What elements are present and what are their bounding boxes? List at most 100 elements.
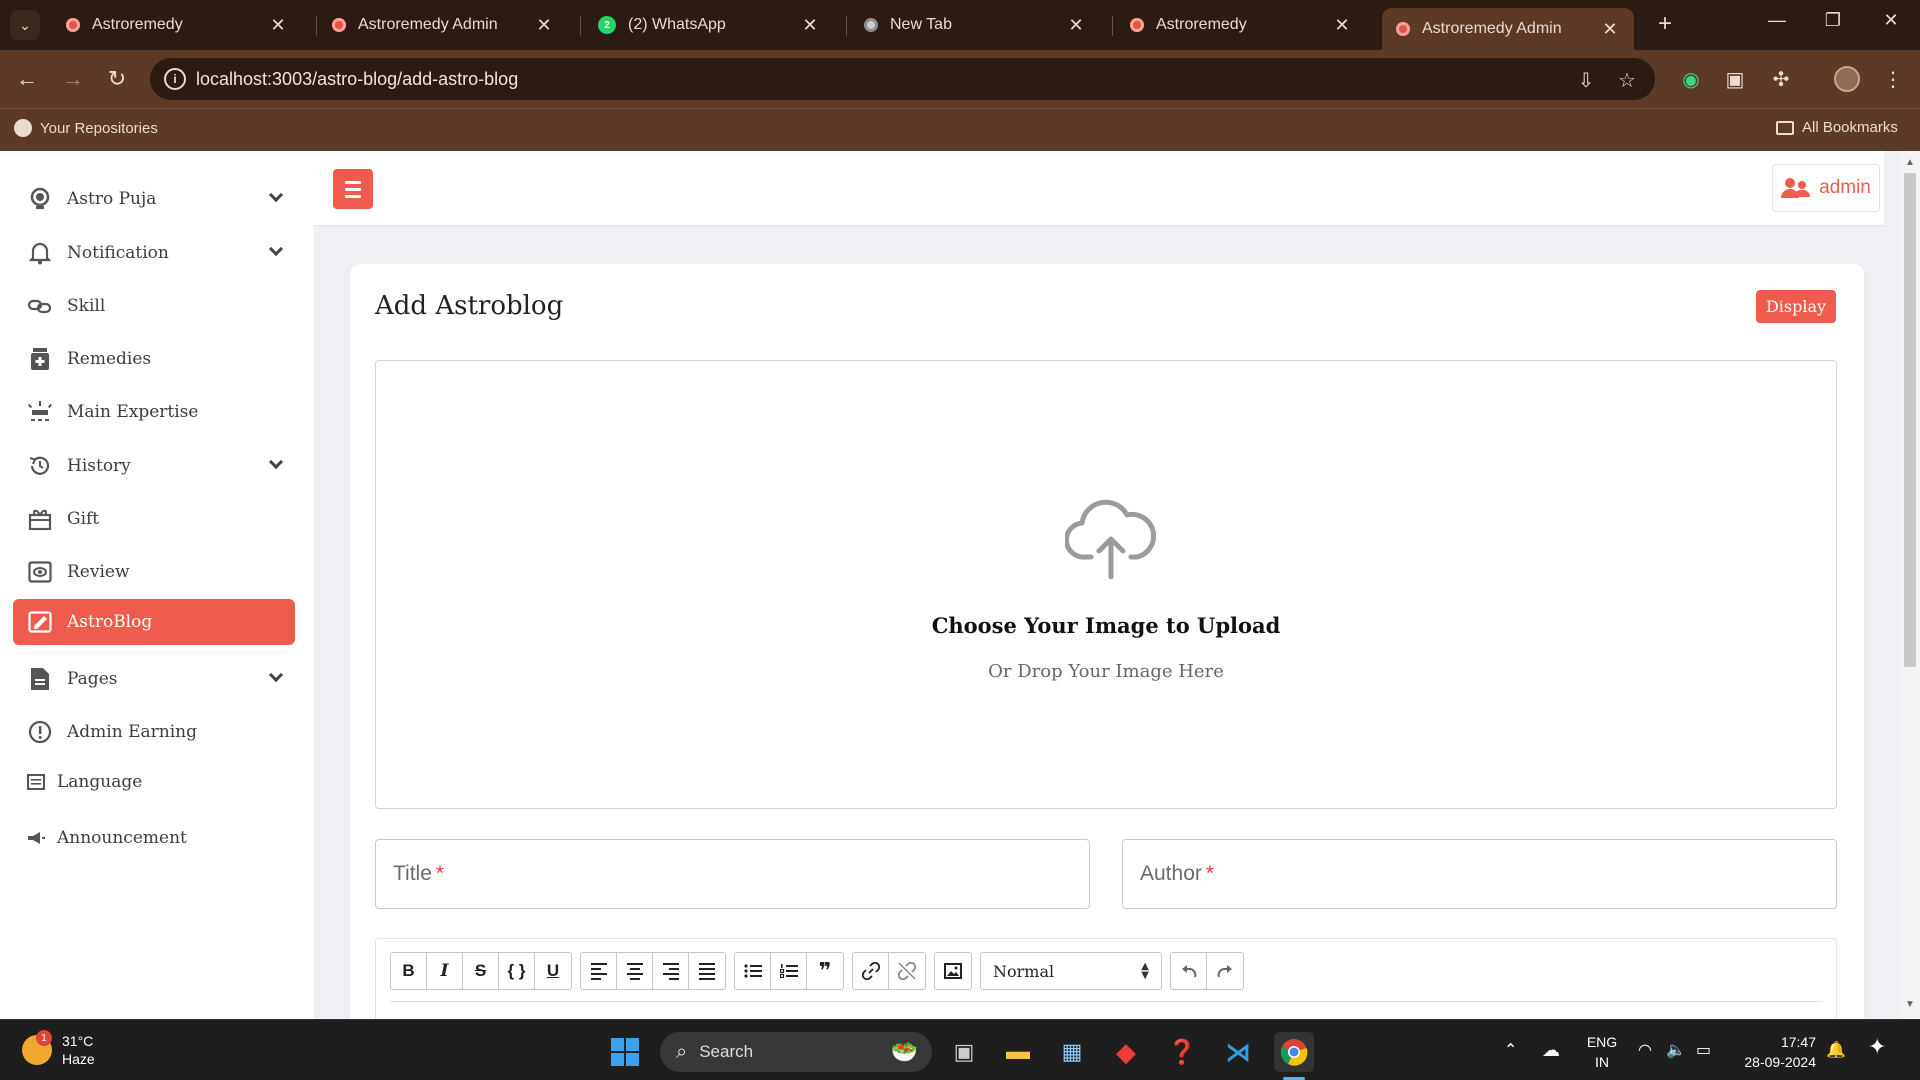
browser-tab[interactable]: Astroremedy Admin ✕ bbox=[318, 8, 568, 42]
display-button[interactable]: Display bbox=[1756, 290, 1836, 323]
sidebar-item-astroblog[interactable]: AstroBlog bbox=[13, 599, 295, 645]
tab-search-button[interactable]: ⌄ bbox=[10, 10, 40, 40]
link-icon[interactable] bbox=[853, 953, 889, 989]
windows-taskbar: 1 31°C Haze ⌕ Search 🥗 ▣ ▬ ▦ ◆ ❓ ⋊ ⌃ ☁ E… bbox=[0, 1019, 1920, 1080]
close-tab-icon[interactable]: ✕ bbox=[534, 15, 554, 36]
blockquote-button[interactable]: ❞ bbox=[807, 953, 843, 989]
bullet-list-icon[interactable] bbox=[735, 953, 771, 989]
image-upload-dropzone[interactable]: Choose Your Image to Upload Or Drop Your… bbox=[375, 360, 1837, 809]
extensions-puzzle-icon[interactable]: ✣ bbox=[1766, 64, 1796, 94]
close-tab-icon[interactable]: ✕ bbox=[1332, 15, 1352, 36]
title-field[interactable]: Title * bbox=[375, 839, 1090, 909]
reading-mode-icon[interactable]: ▣ bbox=[1720, 64, 1750, 94]
browser-tab[interactable]: New Tab ✕ bbox=[850, 8, 1100, 42]
minimize-icon[interactable]: — bbox=[1762, 10, 1792, 31]
back-icon[interactable]: ← bbox=[12, 64, 42, 94]
copilot-icon[interactable]: ✦ bbox=[1868, 1034, 1886, 1060]
image-icon[interactable] bbox=[935, 953, 971, 989]
admin-label: admin bbox=[1819, 177, 1871, 198]
sidebar-item-astro-puja[interactable]: Astro Puja bbox=[13, 176, 295, 222]
bookmark-your-repositories[interactable]: Your Repositories bbox=[14, 119, 158, 137]
page-scrollbar[interactable]: ▲ ▼ bbox=[1900, 151, 1920, 1019]
upload-title: Choose Your Image to Upload bbox=[931, 613, 1281, 638]
weather-widget[interactable]: 1 31°C Haze bbox=[22, 1030, 95, 1068]
menu-toggle-button[interactable] bbox=[333, 169, 373, 209]
anydesk-icon[interactable]: ◆ bbox=[1106, 1032, 1146, 1072]
microsoft-store-icon[interactable]: ▦ bbox=[1052, 1032, 1092, 1072]
redo-icon[interactable] bbox=[1207, 953, 1243, 989]
address-bar[interactable]: i localhost:3003/astro-blog/add-astro-bl… bbox=[150, 58, 1655, 100]
close-tab-icon[interactable]: ✕ bbox=[800, 15, 820, 36]
sidebar-item-language[interactable]: Language bbox=[13, 759, 295, 805]
unlink-icon[interactable] bbox=[889, 953, 925, 989]
browser-tab-active[interactable]: Astroremedy Admin ✕ bbox=[1382, 8, 1634, 50]
wifi-icon[interactable]: ◠ bbox=[1638, 1040, 1652, 1060]
sidebar-item-history[interactable]: History bbox=[13, 443, 295, 489]
page-icon bbox=[27, 666, 53, 692]
notification-bell-icon[interactable]: 🔔 bbox=[1826, 1040, 1846, 1060]
profile-avatar[interactable] bbox=[1834, 66, 1860, 92]
undo-icon[interactable] bbox=[1171, 953, 1207, 989]
vscode-icon[interactable]: ⋊ bbox=[1218, 1032, 1258, 1072]
close-window-icon[interactable]: ✕ bbox=[1876, 10, 1906, 31]
underline-button[interactable]: U bbox=[535, 953, 571, 989]
chrome-taskbar-icon[interactable] bbox=[1274, 1032, 1314, 1072]
scroll-up-icon[interactable]: ▲ bbox=[1905, 157, 1915, 168]
restore-icon[interactable]: ❐ bbox=[1818, 10, 1848, 31]
sidebar-item-announcement[interactable]: Announcement bbox=[13, 815, 295, 861]
astroremedy-favicon-icon bbox=[66, 18, 80, 32]
task-view-icon[interactable]: ▣ bbox=[944, 1032, 984, 1072]
code-block-button[interactable]: { } bbox=[499, 953, 535, 989]
close-tab-icon[interactable]: ✕ bbox=[1600, 19, 1620, 40]
strikethrough-button[interactable]: S bbox=[463, 953, 499, 989]
sidebar-item-gift[interactable]: Gift bbox=[13, 496, 295, 542]
sidebar-item-notification[interactable]: Notification bbox=[13, 230, 295, 276]
file-explorer-icon[interactable]: ▬ bbox=[998, 1032, 1038, 1072]
sidebar-item-skill[interactable]: Skill bbox=[13, 283, 295, 329]
new-tab-button[interactable]: + bbox=[1650, 10, 1680, 38]
page-viewport: Astro Puja Notification Skill Remedies M… bbox=[0, 151, 1920, 1019]
sidebar-item-review[interactable]: Review bbox=[13, 549, 295, 595]
weather-temp: 31°C bbox=[62, 1033, 94, 1049]
sidebar-item-remedies[interactable]: Remedies bbox=[13, 336, 295, 382]
bold-button[interactable]: B bbox=[391, 953, 427, 989]
reload-icon[interactable]: ↻ bbox=[102, 64, 132, 94]
sidebar-item-pages[interactable]: Pages bbox=[13, 656, 295, 702]
tray-overflow-icon[interactable]: ⌃ bbox=[1504, 1040, 1517, 1060]
browser-tab[interactable]: Astroremedy ✕ bbox=[1116, 8, 1366, 42]
align-right-icon[interactable] bbox=[653, 953, 689, 989]
sidebar-item-label: Gift bbox=[67, 509, 100, 529]
scroll-down-icon[interactable]: ▼ bbox=[1905, 999, 1915, 1010]
close-tab-icon[interactable]: ✕ bbox=[268, 15, 288, 36]
sidebar-item-admin-earning[interactable]: Admin Earning bbox=[13, 709, 295, 755]
battery-icon[interactable]: ▭ bbox=[1696, 1040, 1711, 1060]
system-clock[interactable]: 17:47 28-09-2024 bbox=[1738, 1032, 1816, 1072]
start-button[interactable] bbox=[605, 1032, 645, 1072]
italic-button[interactable]: I bbox=[427, 953, 463, 989]
browser-tab[interactable]: Astroremedy ✕ bbox=[52, 8, 302, 42]
scrollbar-thumb[interactable] bbox=[1904, 173, 1916, 667]
ordered-list-icon[interactable] bbox=[771, 953, 807, 989]
browser-tab[interactable]: 2 (2) WhatsApp ✕ bbox=[584, 8, 834, 42]
site-info-icon[interactable]: i bbox=[164, 68, 186, 90]
input-language[interactable]: ENG IN bbox=[1584, 1032, 1620, 1072]
sidebar-item-main-expertise[interactable]: Main Expertise bbox=[13, 389, 295, 435]
align-center-icon[interactable] bbox=[617, 953, 653, 989]
bookmark-star-icon[interactable]: ☆ bbox=[1615, 68, 1639, 93]
admin-user-button[interactable]: admin bbox=[1772, 164, 1880, 212]
volume-icon[interactable]: 🔈 bbox=[1666, 1040, 1686, 1060]
close-tab-icon[interactable]: ✕ bbox=[1066, 15, 1086, 36]
taskbar-search[interactable]: ⌕ Search 🥗 bbox=[660, 1032, 932, 1072]
onedrive-cloud-icon[interactable]: ☁ bbox=[1542, 1040, 1560, 1061]
align-justify-icon[interactable] bbox=[689, 953, 725, 989]
align-left-icon[interactable] bbox=[581, 953, 617, 989]
forward-icon[interactable]: → bbox=[58, 64, 88, 94]
all-bookmarks-button[interactable]: All Bookmarks bbox=[1776, 119, 1898, 136]
help-icon[interactable]: ❓ bbox=[1162, 1032, 1202, 1072]
extension-status-icon[interactable]: ◉ bbox=[1676, 64, 1706, 94]
install-app-icon[interactable]: ⇩ bbox=[1574, 68, 1598, 93]
browser-menu-icon[interactable]: ⋮ bbox=[1878, 64, 1908, 94]
author-field[interactable]: Author * bbox=[1122, 839, 1837, 909]
tab-label: Astroremedy bbox=[1156, 16, 1247, 33]
text-format-select[interactable]: Normal ▲ ▼ bbox=[980, 952, 1162, 990]
